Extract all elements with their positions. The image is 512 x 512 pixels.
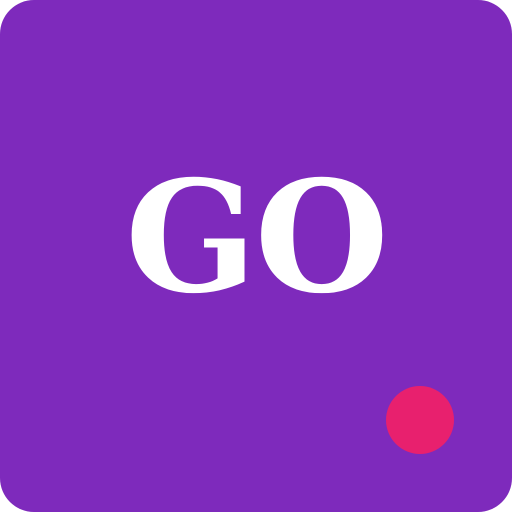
app-icon[interactable]: GO <box>0 0 512 512</box>
app-icon-label: GO <box>125 147 389 328</box>
notification-dot-icon <box>386 386 454 454</box>
